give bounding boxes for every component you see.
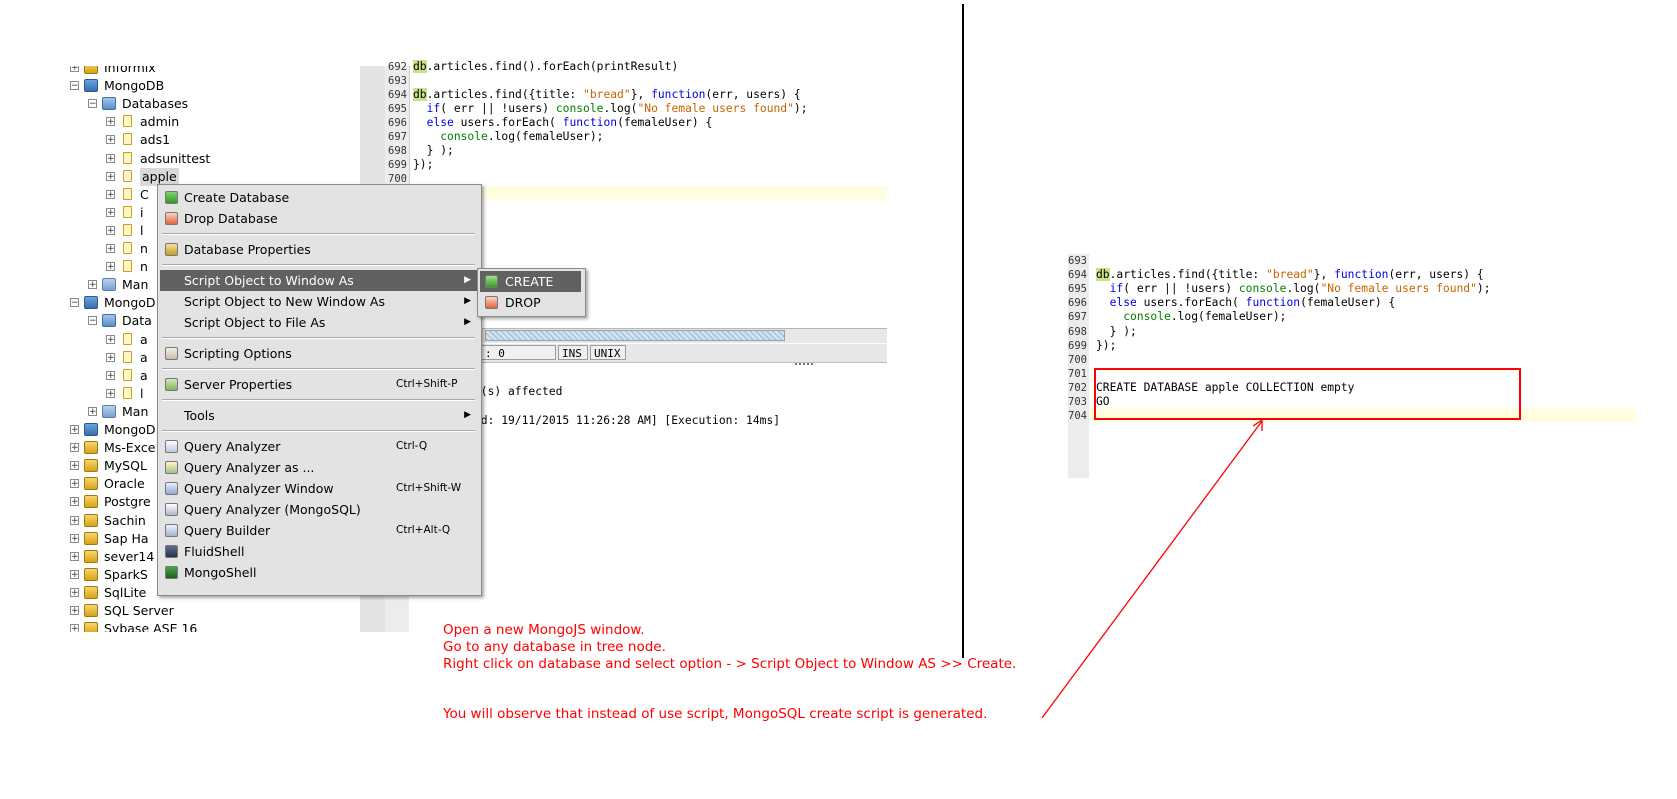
annotation-arrow-head (1252, 418, 1263, 431)
annotation-arrow-line (1041, 420, 1263, 719)
annotation-arrow-layer (1041, 418, 1263, 719)
